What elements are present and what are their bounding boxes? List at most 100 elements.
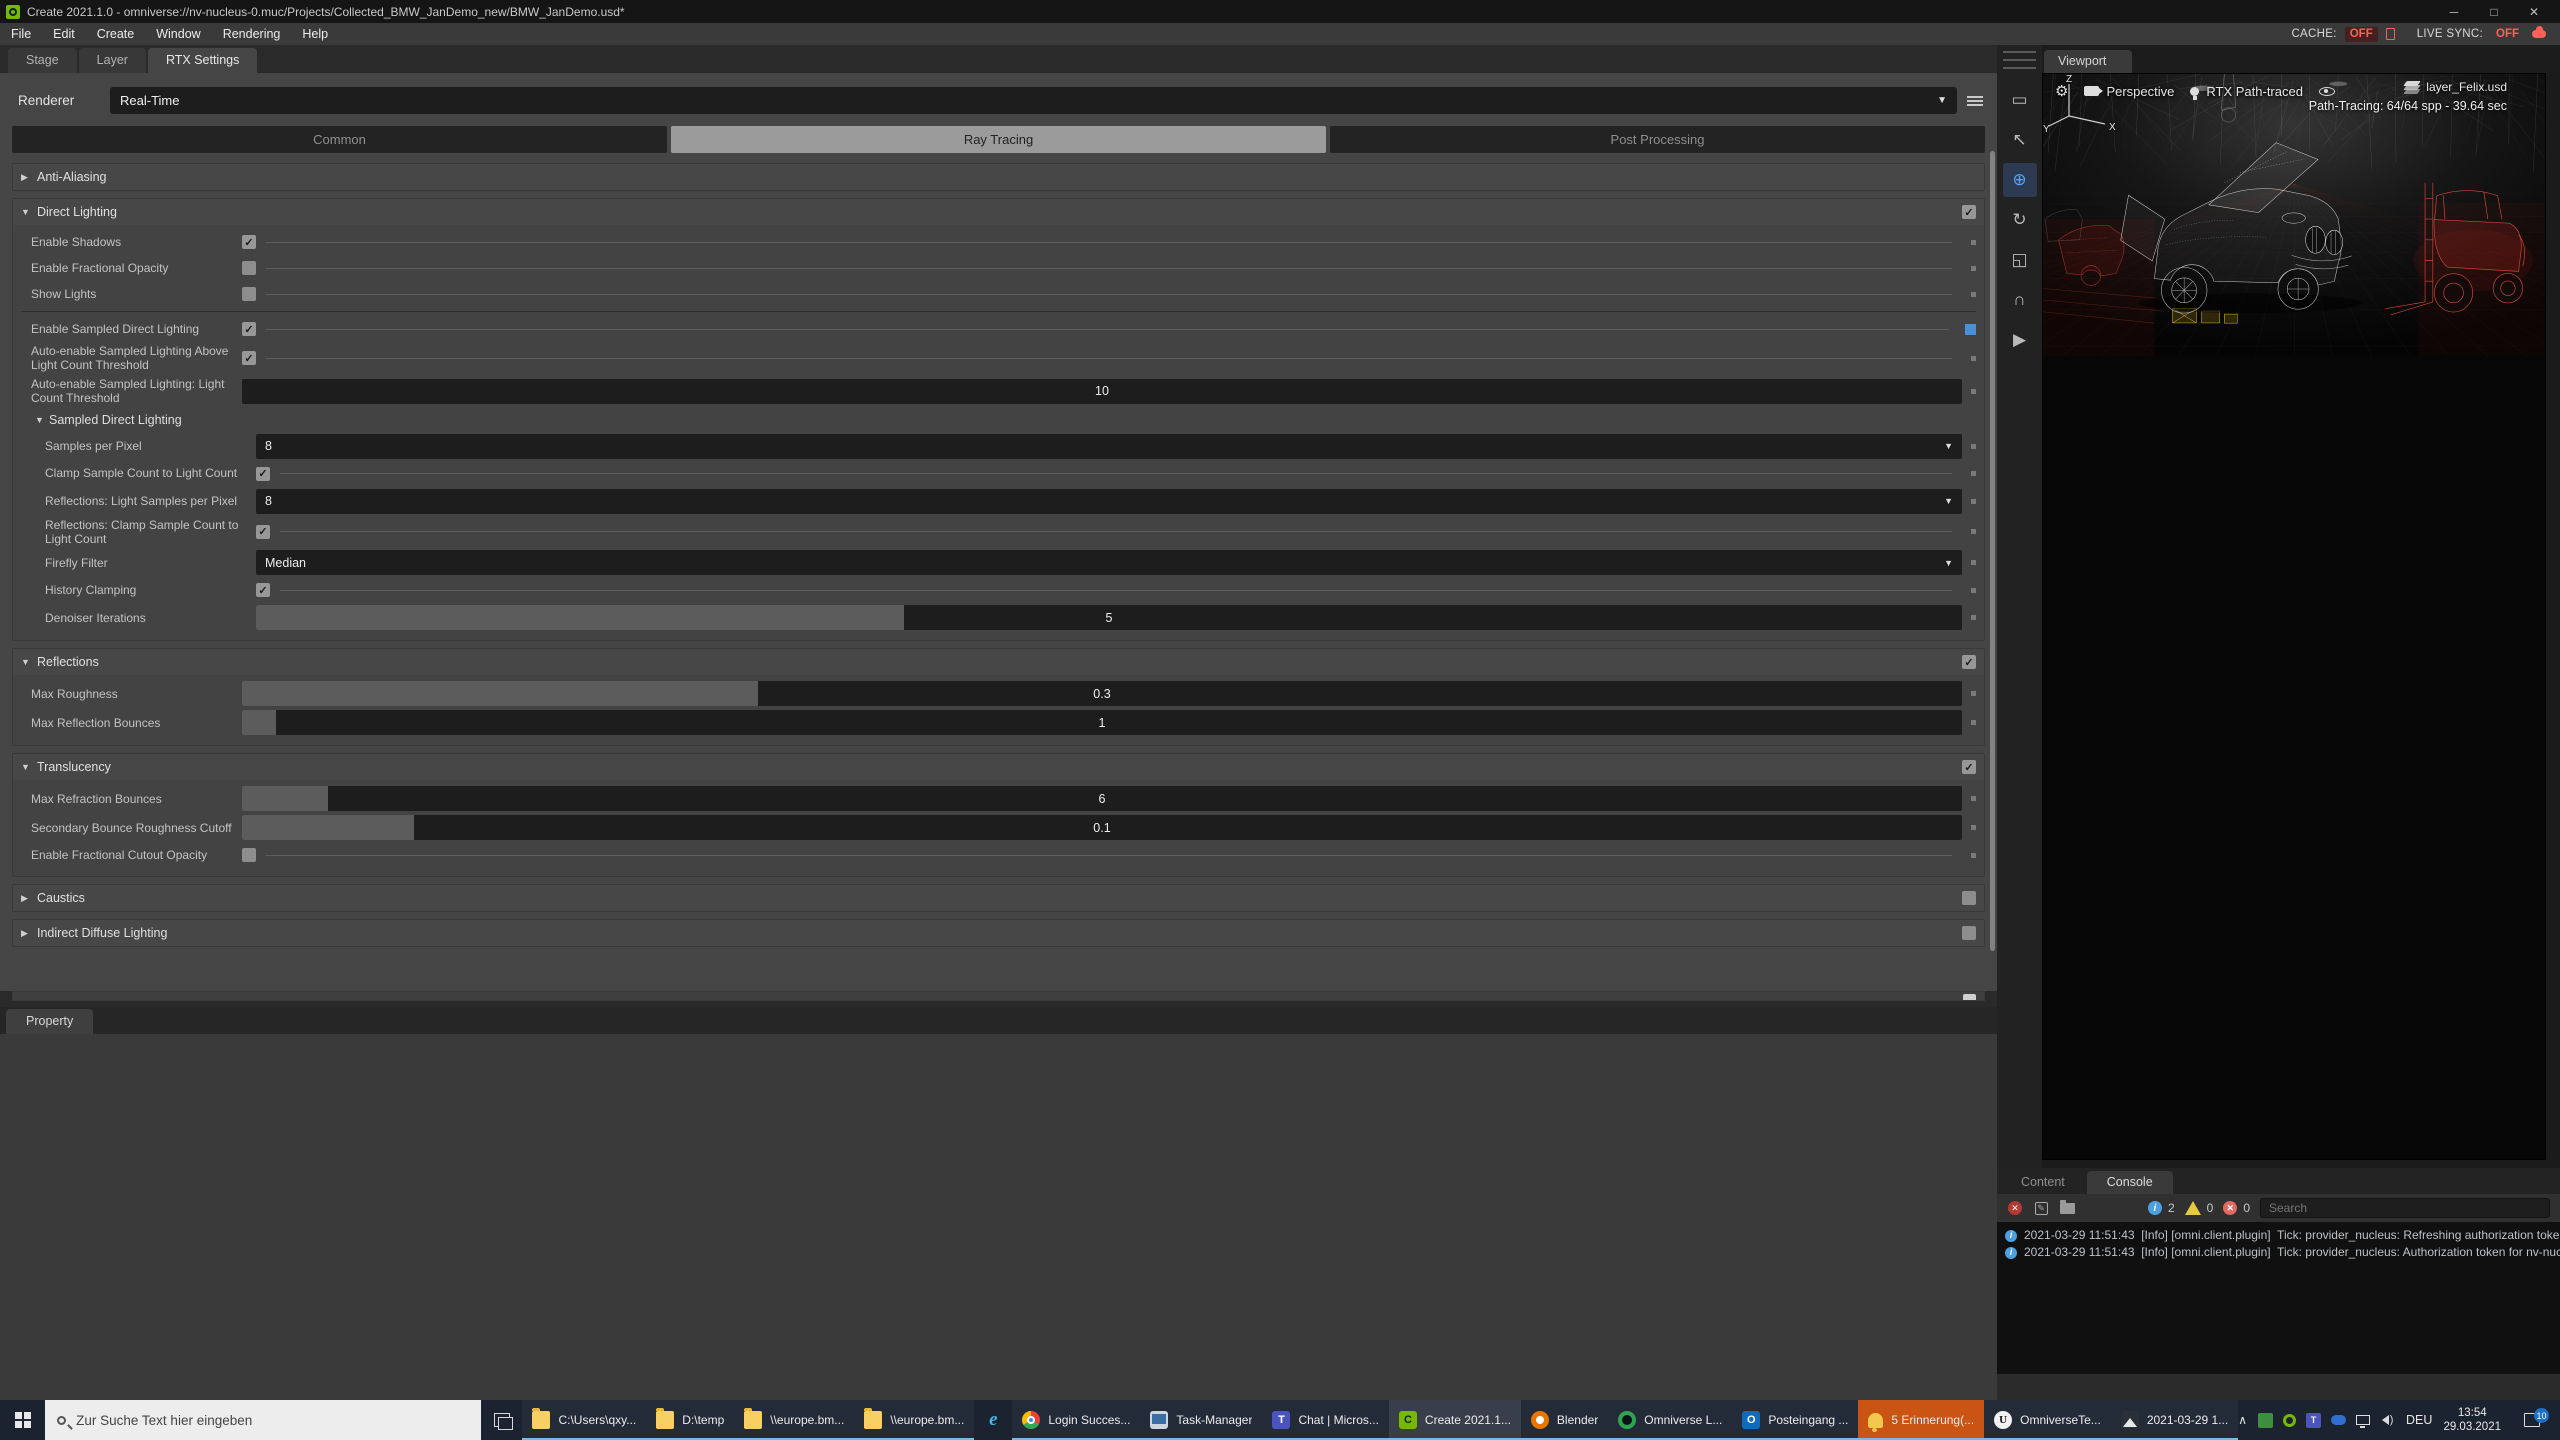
taskbar-item-2021-03-29-1[interactable]: 2021-03-29 1... [2111, 1400, 2238, 1440]
menu-item-file[interactable]: File [0, 23, 42, 45]
tab-property[interactable]: Property [6, 1009, 93, 1034]
info-count-icon[interactable]: i [2148, 1201, 2162, 1215]
setting-slider[interactable]: 6 [242, 786, 1962, 811]
setting-checkbox[interactable]: ✓ [242, 351, 256, 365]
network-tray-icon[interactable] [2356, 1415, 2370, 1425]
scale-tool[interactable]: ◱ [2003, 243, 2037, 277]
close-button[interactable]: ✕ [2514, 5, 2554, 19]
console-log[interactable]: i2021-03-29 11:51:43 [Info] [omni.client… [1997, 1222, 2560, 1374]
setting-checkbox[interactable]: ✓ [1962, 655, 1976, 669]
setting-checkbox[interactable]: ✓ [1962, 205, 1976, 219]
warning-count-icon[interactable] [2185, 1201, 2201, 1215]
setting-checkbox[interactable]: ✓ [256, 467, 270, 481]
cache-status-badge[interactable]: OFF [2345, 27, 2378, 42]
taskbar-item-omniversete[interactable]: UOmniverseTe... [1984, 1400, 2111, 1440]
taskbar-item-create-2021-1[interactable]: CCreate 2021.1... [1389, 1400, 1521, 1440]
setting-checkbox[interactable] [1962, 891, 1976, 905]
mode-tab-common[interactable]: Common [12, 126, 667, 153]
taskbar-clock[interactable]: 13:5429.03.2021 [2443, 1406, 2501, 1435]
tab-layer[interactable]: Layer [79, 48, 146, 73]
open-log-folder-icon[interactable] [2059, 1200, 2075, 1216]
taskbar-item-posteingang[interactable]: OPosteingang ... [1732, 1400, 1858, 1440]
play-tool[interactable]: ▶ [2003, 323, 2037, 357]
section-header[interactable]: ▼Reflections✓ [13, 649, 1984, 675]
marquee-select-tool[interactable]: ▭ [2003, 83, 2037, 117]
action-center-button[interactable]: 10 [2512, 1413, 2552, 1427]
clear-console-icon[interactable]: ✕ [2007, 1200, 2023, 1216]
section-header[interactable]: ▼Translucency✓ [13, 754, 1984, 780]
maximize-button[interactable]: □ [2474, 5, 2514, 19]
section-header[interactable]: ▶Indirect Diffuse Lighting [13, 920, 1984, 946]
snap-tool[interactable]: ∩ [2003, 283, 2037, 317]
minimize-button[interactable]: ─ [2434, 5, 2474, 19]
setting-checkbox[interactable] [242, 261, 256, 275]
setting-checkbox[interactable]: ✓ [242, 322, 256, 336]
setting-checkbox[interactable]: ✓ [242, 235, 256, 249]
menu-item-help[interactable]: Help [291, 23, 339, 45]
tab-console[interactable]: Console [2087, 1171, 2173, 1194]
section-header[interactable]: ▶Caustics [13, 885, 1984, 911]
setting-dropdown[interactable]: 8▼ [256, 434, 1962, 459]
tab-viewport[interactable]: Viewport [2044, 50, 2132, 73]
active-layer-indicator[interactable]: layer_Felix.usd [2309, 80, 2507, 94]
taskbar-item-europe-bm[interactable]: \\europe.bm... [854, 1400, 974, 1440]
setting-slider[interactable]: 1 [242, 710, 1962, 735]
taskbar-item-login-succes[interactable]: Login Succes... [1012, 1400, 1140, 1440]
move-tool[interactable]: ⊕ [2003, 163, 2037, 197]
tab-rtx-settings[interactable]: RTX Settings [148, 48, 257, 73]
setting-dropdown[interactable]: 8▼ [256, 489, 1962, 514]
cursor-select-tool[interactable]: ↖ [2003, 123, 2037, 157]
console-search-input[interactable] [2260, 1198, 2550, 1218]
task-view-button[interactable] [481, 1400, 522, 1440]
tab-stage[interactable]: Stage [8, 48, 77, 73]
menu-item-window[interactable]: Window [145, 23, 211, 45]
setting-checkbox[interactable] [242, 848, 256, 862]
hidden-icons-chevron[interactable]: ∧ [2238, 1413, 2247, 1427]
volume-tray-icon[interactable] [2380, 1413, 2395, 1428]
setting-checkbox[interactable] [242, 287, 256, 301]
taskbar-item-d-temp[interactable]: D:\temp [646, 1400, 734, 1440]
live-sync-status-badge[interactable]: OFF [2491, 27, 2524, 42]
setting-checkbox[interactable] [1962, 926, 1976, 940]
menu-item-create[interactable]: Create [86, 23, 146, 45]
language-indicator[interactable]: DEU [2406, 1413, 2432, 1427]
renderer-dropdown[interactable]: Real-Time ▼ [110, 87, 1957, 114]
setting-dropdown[interactable]: Median▼ [256, 550, 1962, 575]
menu-item-rendering[interactable]: Rendering [212, 23, 292, 45]
mode-tab-ray-tracing[interactable]: Ray Tracing [671, 126, 1326, 153]
panel-scrollbar[interactable] [1990, 151, 1995, 951]
setting-slider[interactable]: 5 [256, 605, 1962, 630]
taskbar-search[interactable]: Zur Suche Text hier eingeben [45, 1400, 481, 1440]
omniverse-tray-icon[interactable] [2283, 1414, 2296, 1427]
subsection-header[interactable]: ▼Sampled Direct Lighting [19, 408, 1978, 432]
mode-tab-post-processing[interactable]: Post Processing [1330, 126, 1985, 153]
rotate-tool[interactable]: ↻ [2003, 203, 2037, 237]
viewport-canvas[interactable]: ⚙ Perspective RTX Path-traced layer_Feli [2042, 73, 2546, 1160]
teams-tray-icon[interactable]: T [2306, 1413, 2321, 1428]
taskbar-item-blender[interactable]: Blender [1521, 1400, 1608, 1440]
setting-slider[interactable]: 0.1 [242, 815, 1962, 840]
taskbar-item-c-users-qxy[interactable]: C:\Users\qxy... [522, 1400, 646, 1440]
setting-checkbox[interactable]: ✓ [256, 583, 270, 597]
setting-field[interactable]: 10 [242, 379, 1962, 404]
setting-checkbox[interactable]: ✓ [256, 525, 270, 539]
tab-content[interactable]: Content [2001, 1171, 2085, 1194]
capture-tray-icon[interactable] [2258, 1413, 2273, 1428]
section-header[interactable]: ▶Anti-Aliasing [13, 164, 1984, 190]
taskbar-item-europe-bm[interactable]: \\europe.bm... [734, 1400, 854, 1440]
taskbar-item-omniverse-l[interactable]: Omniverse L... [1608, 1400, 1732, 1440]
taskbar-item-task-manager[interactable]: Task-Manager [1140, 1400, 1262, 1440]
start-button[interactable] [0, 1400, 45, 1440]
setting-checkbox[interactable]: ✓ [1962, 760, 1976, 774]
render-mode-button[interactable]: RTX Path-traced [2190, 84, 2303, 99]
taskbar-item-5-erinnerung[interactable]: 5 Erinnerung(... [1858, 1400, 1984, 1440]
section-header[interactable]: ▼Direct Lighting✓ [13, 199, 1984, 225]
renderer-menu-icon[interactable] [1967, 96, 1983, 106]
onedrive-tray-icon[interactable] [2331, 1415, 2346, 1425]
edit-filter-icon[interactable]: ✎ [2033, 1200, 2049, 1216]
error-count-icon[interactable]: ✕ [2223, 1201, 2237, 1215]
taskbar-item-chat-micros[interactable]: TChat | Micros... [1262, 1400, 1388, 1440]
toolbar-drag-handle[interactable] [2003, 51, 2036, 69]
taskbar-item-ie[interactable]: e [974, 1400, 1012, 1440]
menu-item-edit[interactable]: Edit [42, 23, 86, 45]
